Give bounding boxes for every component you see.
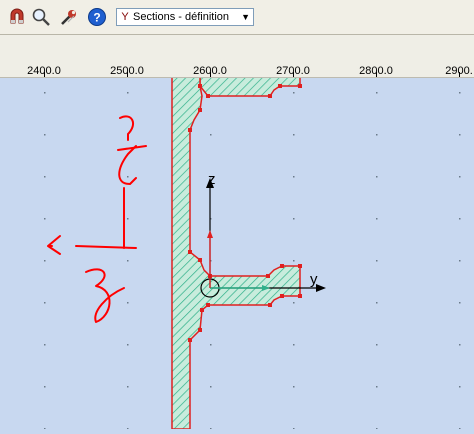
grid-dot: [293, 260, 295, 262]
grid-dot: [376, 176, 378, 178]
y-axis-label: y: [310, 271, 318, 288]
grid-dot: [459, 260, 461, 262]
grid-dot: [127, 260, 129, 262]
grid-dot: [44, 302, 46, 304]
grid-dot: [44, 176, 46, 178]
grid-dot: [293, 344, 295, 346]
grid-dot: [293, 218, 295, 220]
grid-dots: [44, 92, 461, 430]
grid-dot: [459, 344, 461, 346]
grid-dot: [210, 386, 212, 388]
grid-dot: [127, 176, 129, 178]
toolbar: ? Υ Sections - définition ▼: [0, 0, 474, 35]
grid-dot: [459, 134, 461, 136]
horizontal-ruler: 2400.0 2500.0 2600.0 2700.0 2800.0 2900.: [0, 35, 474, 78]
grid-dot: [293, 176, 295, 178]
ruler-label: 2400.0: [27, 65, 61, 77]
grid-dot: [44, 386, 46, 388]
grid-dot: [459, 302, 461, 304]
svg-text:?: ?: [93, 11, 100, 25]
grid-dot: [44, 218, 46, 220]
grid-dot: [459, 218, 461, 220]
zoom-icon[interactable]: [30, 6, 52, 28]
grid-dot: [376, 134, 378, 136]
z-axis-label: z: [208, 171, 216, 188]
section-select[interactable]: Υ Sections - définition ▼: [116, 8, 254, 26]
chevron-down-icon[interactable]: ▼: [241, 12, 250, 22]
help-icon[interactable]: ?: [86, 6, 108, 28]
canvas-svg: z y: [44, 49, 461, 430]
grid-dot: [293, 302, 295, 304]
grid-dot: [293, 386, 295, 388]
grid-dot: [210, 344, 212, 346]
grid-dot: [376, 92, 378, 94]
grid-dot: [376, 386, 378, 388]
ruler-label: 2600.0: [193, 65, 227, 77]
grid-dot: [459, 386, 461, 388]
grid-dot: [127, 344, 129, 346]
ruler-label: 2800.0: [359, 65, 393, 77]
grid-dot: [210, 134, 212, 136]
section-select-value: Sections - définition: [133, 11, 229, 23]
grid-dot: [44, 134, 46, 136]
drawing-canvas[interactable]: z y: [0, 49, 474, 430]
grid-dot: [44, 260, 46, 262]
grid-dot: [127, 218, 129, 220]
grid-dot: [293, 92, 295, 94]
grid-dot: [459, 176, 461, 178]
tools-icon[interactable]: [58, 6, 80, 28]
grid-dot: [293, 134, 295, 136]
grid-dot: [127, 386, 129, 388]
ruler-label: 2900.: [445, 65, 473, 77]
grid-dot: [127, 92, 129, 94]
grid-dot: [44, 92, 46, 94]
grid-dot: [376, 260, 378, 262]
ruler-label: 2500.0: [110, 65, 144, 77]
ruler-label: 2700.0: [276, 65, 310, 77]
grid-dot: [376, 218, 378, 220]
grid-dot: [127, 302, 129, 304]
section-icon: Υ: [121, 11, 129, 23]
magnet-icon[interactable]: [6, 6, 28, 28]
grid-dot: [376, 344, 378, 346]
grid-dot: [44, 344, 46, 346]
handwritten-annotation: [47, 115, 147, 323]
grid-dot: [376, 302, 378, 304]
grid-dot: [459, 92, 461, 94]
